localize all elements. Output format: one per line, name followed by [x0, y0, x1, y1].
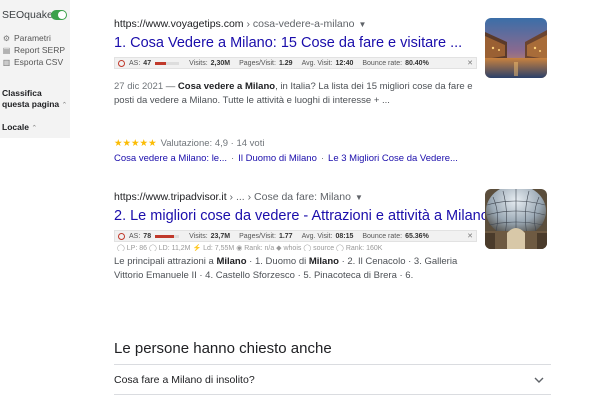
gear-icon: ⚙: [2, 33, 11, 43]
authority-meter-fill: [155, 61, 167, 65]
report-icon: ▤: [2, 45, 11, 55]
separator: ·: [320, 153, 325, 164]
circle-icon: [118, 232, 125, 240]
rating-text: Valutazione: 4,9 · 14 voti: [160, 138, 265, 149]
seoquake-menu-esporta-csv[interactable]: ▥ Esporta CSV: [2, 56, 65, 68]
chevron-down-icon: [534, 375, 544, 386]
menu-label: Parametri: [14, 33, 51, 43]
result-path: › cosa-vedere-a-milano: [243, 18, 355, 30]
visits-value: 23,7M: [210, 232, 231, 240]
snippet-keyword: Cosa vedere a Milano: [177, 81, 276, 92]
avg-visit-label: Avg. Visit:: [301, 59, 333, 67]
pages-visit-value: 1.29: [278, 59, 293, 67]
separator: ·: [231, 153, 235, 164]
caret-down-icon[interactable]: ▼: [358, 20, 366, 29]
divider: [114, 394, 551, 395]
visits-cell: Visits: 23,7M: [189, 233, 230, 240]
seoquake-menu: ⚙ Parametri ▤ Report SERP ▥ Esporta CSV: [2, 32, 65, 68]
visits-value: 2,30M: [210, 59, 231, 67]
seoquake-bar: AS: 47 Visits: 2,30M Pages/Visit: 1.29 Avg.…: [114, 57, 477, 69]
pages-visit-value: 1.77: [278, 232, 293, 240]
as-label: AS:: [129, 232, 141, 240]
seoquake-menu-report-serp[interactable]: ▤ Report SERP: [2, 44, 65, 56]
search-result: https://www.voyagetips.com › cosa-vedere…: [114, 18, 479, 164]
as-value: 47: [143, 59, 152, 67]
authority-meter: [155, 234, 180, 238]
sitelink[interactable]: Il Duomo di Milano: [238, 153, 317, 164]
search-result: https://www.tripadvisor.it › ... › Cose …: [114, 191, 489, 283]
classify-label-2: questa pagina: [2, 99, 60, 109]
sitelink[interactable]: Cosa vedere a Milano: le...: [114, 153, 227, 164]
authority-meter: [155, 61, 180, 65]
bounce-value: 65.36%: [405, 232, 429, 240]
result-path: › ... › Cose da fare: Milano: [226, 191, 351, 203]
authority-meter-fill: [155, 234, 174, 238]
avg-visit-cell: Avg. Visit: 12:40: [302, 60, 354, 67]
bounce-value: 80.40%: [405, 59, 429, 67]
seoquake-toggle[interactable]: [51, 10, 67, 20]
pages-visit-cell: Pages/Visit: 1.29: [239, 60, 292, 67]
paa-question-text: Cosa fare a Milano di insolito?: [114, 374, 255, 386]
rating-row: ★★★★★ Valutazione: 4,9 · 14 voti: [114, 138, 479, 149]
bounce-label: Bounce rate:: [362, 232, 403, 240]
bounce-cell: Bounce rate: 80.40%: [362, 60, 428, 67]
visits-label: Visits:: [189, 59, 208, 67]
result-title-link[interactable]: 2. Le migliori cose da vedere - Attrazio…: [114, 208, 489, 224]
seoquake-bar-row2: ◯ LP: 86 ◯ LD: 11,2M ⚡ Ld: 7,55M ◉ Rank:…: [117, 245, 383, 251]
seoquake-title: SEOquake: [2, 9, 53, 21]
snippet-keyword: Milano: [308, 256, 339, 267]
paa-question[interactable]: Cosa fare a Milano di insolito?: [114, 370, 551, 390]
galleria-photo: [485, 189, 547, 249]
result-snippet: Le principali attrazioni a Milano · 1. D…: [114, 255, 479, 283]
pages-visit-cell: Pages/Visit: 1.77: [239, 233, 292, 240]
close-icon[interactable]: ✕: [467, 59, 473, 67]
sitelink[interactable]: Le 3 Migliori Cose da Vedere...: [328, 153, 458, 164]
result-date: 27 dic 2021: [114, 81, 164, 92]
snippet-text: —: [163, 81, 178, 92]
result-url[interactable]: https://www.voyagetips.com › cosa-vedere…: [114, 18, 479, 30]
result-title-link[interactable]: 1. Cosa Vedere a Milano: 15 Cose da fare…: [114, 35, 479, 51]
seoquake-sidebar: SEOquake ⚙ Parametri ▤ Report SERP ▥ Esport…: [0, 0, 70, 138]
divider: [114, 364, 551, 365]
sitelinks: Cosa vedere a Milano: le... · Il Duomo di …: [114, 153, 479, 164]
bounce-cell: Bounce rate: 65.36%: [362, 233, 428, 240]
result-url[interactable]: https://www.tripadvisor.it › ... › Cose …: [114, 191, 479, 203]
circle-icon: [118, 59, 125, 67]
seoquake-menu-parametri[interactable]: ⚙ Parametri: [2, 32, 65, 44]
result-snippet: 27 dic 2021 — Cosa vedere a Milano, in I…: [114, 80, 479, 108]
result-domain: https://www.tripadvisor.it: [114, 191, 227, 203]
chevron-up-icon: ⌃: [61, 102, 68, 109]
menu-label: Report SERP: [14, 45, 66, 55]
result-thumbnail[interactable]: [485, 189, 547, 249]
result-thumbnail[interactable]: [485, 18, 547, 78]
people-also-ask-title: Le persone hanno chiesto anche: [114, 340, 332, 357]
locale-label: Locale: [2, 122, 29, 132]
as-label: AS:: [129, 59, 141, 67]
avg-visit-value: 12:40: [335, 59, 354, 67]
seoquake-bar: AS: 78 Visits: 23,7M Pages/Visit: 1.77 Avg.…: [114, 230, 477, 242]
result-domain: https://www.voyagetips.com: [114, 18, 244, 30]
snippet-keyword: Milano: [216, 256, 247, 267]
visits-label: Visits:: [189, 232, 208, 240]
snippet-text: Le principali attrazioni a: [114, 256, 217, 267]
star-rating-icon: ★★★★★: [114, 138, 157, 149]
classify-label: Classifica: [2, 88, 42, 98]
pages-visit-label: Pages/Visit:: [239, 232, 276, 240]
export-icon: ▥: [2, 57, 11, 67]
as-value: 78: [143, 232, 152, 240]
menu-label: Esporta CSV: [14, 57, 64, 67]
close-icon[interactable]: ✕: [467, 232, 473, 240]
chevron-up-icon: ⌃: [31, 125, 38, 132]
classify-page-toggle[interactable]: Classifica questa pagina ⌃: [2, 88, 67, 111]
avg-visit-value: 08:15: [335, 232, 354, 240]
avg-visit-label: Avg. Visit:: [301, 232, 333, 240]
visits-cell: Visits: 2,30M: [189, 60, 230, 67]
canal-photo: [485, 18, 547, 78]
pages-visit-label: Pages/Visit:: [239, 59, 276, 67]
bounce-label: Bounce rate:: [362, 59, 403, 67]
locale-toggle[interactable]: Locale ⌃: [2, 122, 37, 132]
caret-down-icon[interactable]: ▼: [355, 193, 363, 202]
snippet-text: · 1. Duomo di: [246, 256, 309, 267]
avg-visit-cell: Avg. Visit: 08:15: [302, 233, 354, 240]
